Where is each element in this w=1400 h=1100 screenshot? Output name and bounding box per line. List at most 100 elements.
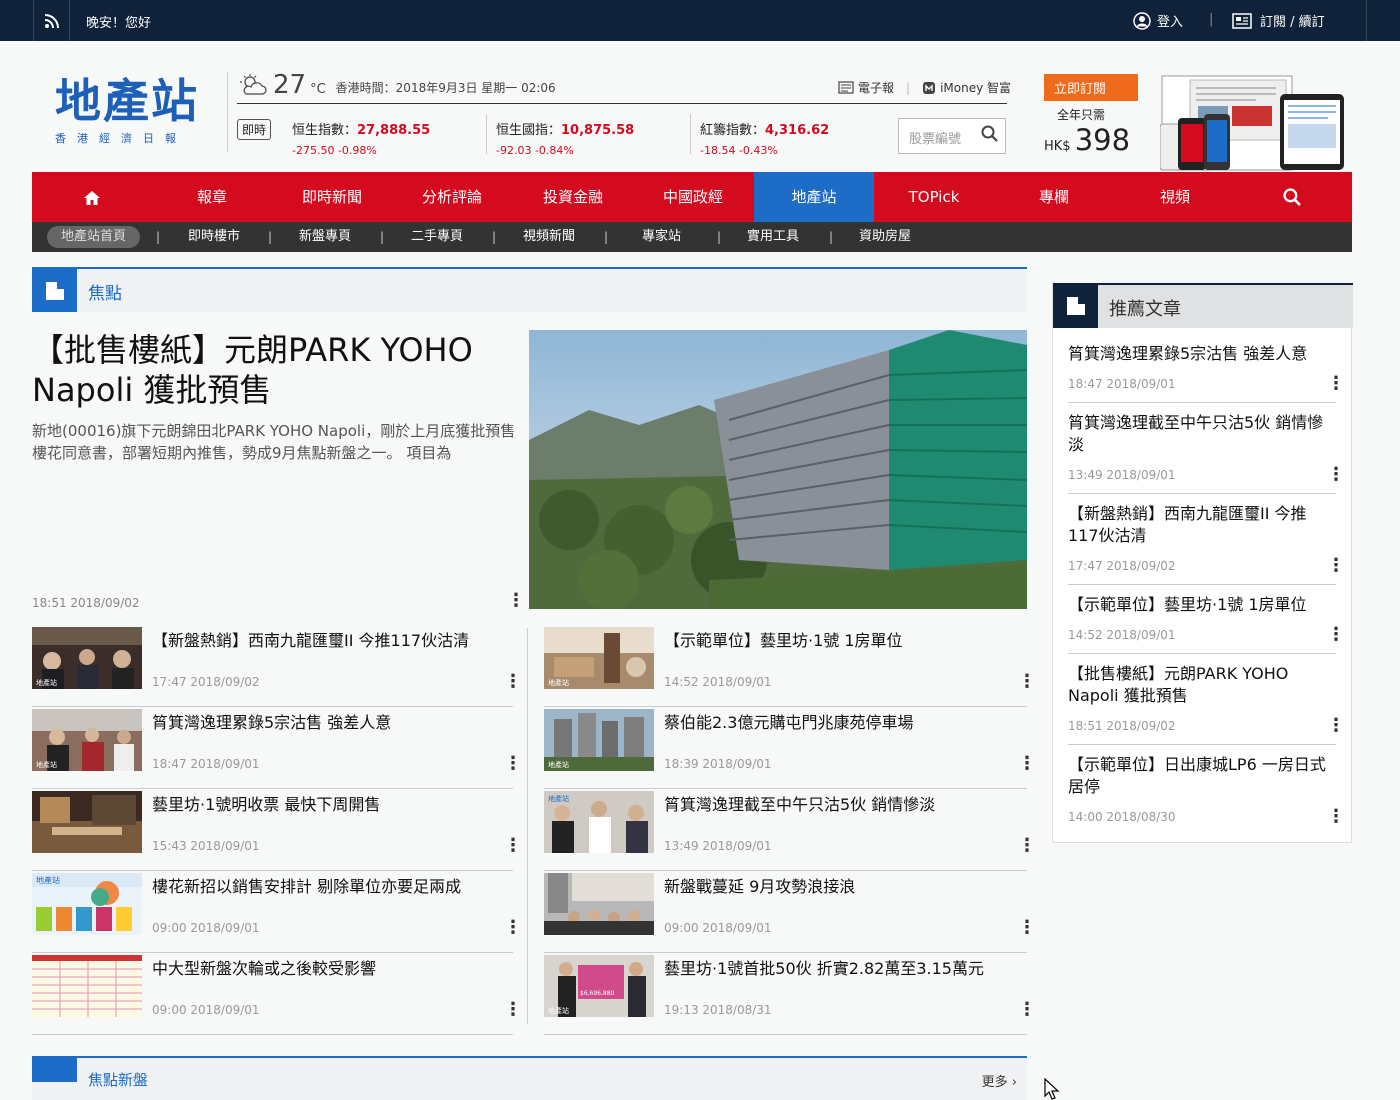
list-item[interactable]: 地產站 【新盤熱銷】西南九龍匯璽II 今推117伙沽清 17:47 2018/0… [32,627,522,707]
epaper-link[interactable]: 電子報 [838,79,894,96]
rss-icon[interactable] [33,0,70,41]
subnav-item[interactable]: 實用工具 [747,222,799,252]
nav-item[interactable]: 分析評論 [392,172,512,222]
subnav-item[interactable]: 二手專頁 [411,222,463,252]
list-item[interactable]: 地產站 筲箕灣逸理累錄5宗沽售 強差人意 18:47 2018/09/01 ⋮ [32,709,522,789]
subnav-home[interactable]: 地產站首頁 [47,226,141,248]
list-item[interactable]: 地產站 樓花新招以銷售安排計 剔除單位亦要足兩成 09:00 2018/09/0… [32,873,522,953]
subnav-divider: | [268,230,273,244]
more-dots-icon[interactable]: ⋮ [1327,626,1345,644]
list-item[interactable]: 地產站 筲箕灣逸理截至中午只沽5伙 銷情慘淡 13:49 2018/09/01 … [544,791,1036,871]
article-time: 17:47 2018/09/02 [152,675,260,689]
subscription-promo[interactable]: 立即訂閱 全年只需 HK$ 398 [1044,74,1138,157]
login-link[interactable]: 登入 [1133,11,1183,30]
live-badge: 即時 [237,119,272,140]
sidebar-item[interactable]: 筲箕灣逸理累錄5宗沽售 強差人意 18:47 2018/09/01 ⋮ [1068,343,1345,403]
subnav-item[interactable]: 資助房屋 [859,222,911,252]
article-title: 樓花新招以銷售安排計 剔除單位亦要足兩成 [152,877,462,896]
index-name: 恒生國指： [496,123,562,138]
article-thumbnail: 地產站 [32,709,142,771]
imoney-link[interactable]: iMoney 智富 [922,79,1011,96]
more-dots-icon[interactable]: ⋮ [1327,717,1345,735]
sidebar-item-title: 【示範單位】藝里坊·1號 1房單位 [1068,595,1307,614]
sidebar-item[interactable]: 【批售樓紙】元朗PARK YOHO Napoli 獲批預售 18:51 2018… [1068,663,1345,745]
list-item[interactable]: 中大型新盤次輪或之後較受影響 09:00 2018/09/01 ⋮ [32,955,522,1035]
nav-item[interactable]: 中國政經 [633,172,753,222]
more-dots-icon[interactable]: ⋮ [504,919,522,937]
nav-item[interactable]: 視頻 [1115,172,1235,222]
svg-text:地產站: 地產站 [548,678,569,687]
article-thumbnail: 地產站 [544,791,654,853]
article-time: 18:39 2018/09/01 [664,757,772,771]
index-redchip[interactable]: 紅籌指數：4,316.62 -18.54 -0.43% [700,119,829,157]
sidebar-item[interactable]: 【示範單位】藝里坊·1號 1房單位 14:52 2018/09/01 ⋮ [1068,594,1345,654]
more-dots-icon[interactable]: ⋮ [504,755,522,773]
index-hscei[interactable]: 恒生國指：10,875.58 -92.03 -0.84% [496,119,634,157]
nav-item[interactable]: 專欄 [994,172,1114,222]
section-title: 焦點新盤 [88,1071,149,1089]
feature-title[interactable]: 【批售樓紙】元朗PARK YOHO Napoli 獲批預售 [32,330,512,410]
more-dots-icon[interactable]: ⋮ [1327,808,1345,826]
subnav-item[interactable]: 視頻新聞 [523,222,575,252]
nav-search[interactable] [1262,172,1322,222]
more-dots-icon[interactable]: ⋮ [1018,755,1036,773]
article-thumbnail: 地產站 [32,873,142,935]
subnav-item[interactable]: 專家站 [642,222,681,252]
nav-item[interactable]: TOPick [874,172,994,222]
svg-text:$6,696,880: $6,696,880 [580,990,615,997]
nav-item[interactable]: 報章 [152,172,272,222]
feature-summary: 新地(00016)旗下元朗錦田北PARK YOHO Napoli，剛於上月底獲批… [32,422,516,462]
sidebar-item[interactable]: 【示範單位】日出康城LP6 一房日式居停 14:00 2018/08/30 ⋮ [1068,754,1345,836]
subscribe-link[interactable]: 訂閱 / 續訂 [1232,11,1325,30]
svg-text:地產站: 地產站 [36,875,60,885]
search-icon[interactable] [981,125,999,148]
subnav-item[interactable]: 新盤專頁 [299,222,351,252]
new-projects-section-header: 焦點新盤 更多 › [32,1056,1027,1100]
home-icon [84,190,100,205]
more-dots-icon[interactable]: ⋮ [1018,673,1036,691]
article-thumbnail: 地產站 [544,709,654,771]
subnav-item[interactable]: 即時樓市 [188,222,240,252]
list-item[interactable]: 地產站 蔡伯能2.3億元購屯門兆康苑停車場 18:39 2018/09/01 ⋮ [544,709,1036,789]
stock-search-input[interactable]: 股票編號 [898,118,1006,154]
sidebar-item-title: 【示範單位】日出康城LP6 一房日式居停 [1068,755,1326,796]
more-dots-icon[interactable]: ⋮ [1327,375,1345,393]
sidebar-item[interactable]: 筲箕灣逸理截至中午只沽5伙 銷情慘淡 13:49 2018/09/01 ⋮ [1068,412,1345,494]
more-dots-icon[interactable]: ⋮ [504,837,522,855]
article-thumbnail: 地產站 [544,627,654,689]
weather-widget: 27 °C 香港時間：2018年9月3日 星期一 02:06 [237,70,556,100]
site-logo[interactable]: 地產站 香港經濟日報 [55,74,205,146]
list-item[interactable]: 新盤戰蔓延 9月攻勢浪接浪 09:00 2018/09/01 ⋮ [544,873,1036,953]
more-dots-icon[interactable]: ⋮ [1018,837,1036,855]
sidebar-item[interactable]: 【新盤熱銷】西南九龍匯璽II 今推117伙沽清 17:47 2018/09/02… [1068,503,1345,585]
list-item[interactable]: 藝里坊·1號明收票 最快下周開售 15:43 2018/09/01 ⋮ [32,791,522,871]
subscribe-now-button[interactable]: 立即訂閱 [1044,74,1138,101]
more-dots-icon[interactable]: ⋮ [1018,919,1036,937]
more-dots-icon[interactable]: ⋮ [504,1001,522,1019]
section-title: 焦點 [88,284,122,304]
article-time: 18:47 2018/09/01 [152,757,260,771]
svg-text:地產站: 地產站 [36,760,57,769]
more-dots-icon[interactable]: ⋮ [1327,466,1345,484]
list-item[interactable]: 地產站 【示範單位】藝里坊·1號 1房單位 14:52 2018/09/01 ⋮ [544,627,1036,707]
index-hsi[interactable]: 恒生指數：27,888.55 -275.50 -0.98% [292,119,430,157]
more-dots-icon[interactable]: ⋮ [1327,557,1345,575]
feature-image[interactable] [529,330,1027,609]
subnav-divider: | [156,230,161,244]
index-value: 27,888.55 [357,123,431,138]
nav-item-active[interactable]: 地產站 [754,172,874,222]
more-link[interactable]: 更多 › [982,1071,1017,1090]
more-dots-icon[interactable]: ⋮ [504,673,522,691]
devices-promo-image[interactable] [1160,74,1348,172]
login-label: 登入 [1157,15,1184,30]
nav-home[interactable] [32,172,152,222]
article-time: 09:00 2018/09/01 [152,921,260,935]
more-dots-icon[interactable]: ⋮ [507,592,525,610]
subscribe-label: 訂閱 / 續訂 [1260,15,1325,30]
article-title: 蔡伯能2.3億元購屯門兆康苑停車場 [664,713,914,732]
nav-item[interactable]: 即時新聞 [272,172,392,222]
index-divider [690,114,691,154]
list-item[interactable]: $6,696,880 地產站 藝里坊·1號首批50伙 折實2.82萬至3.15萬元… [544,955,1036,1035]
nav-item[interactable]: 投資金融 [513,172,633,222]
more-dots-icon[interactable]: ⋮ [1018,1001,1036,1019]
